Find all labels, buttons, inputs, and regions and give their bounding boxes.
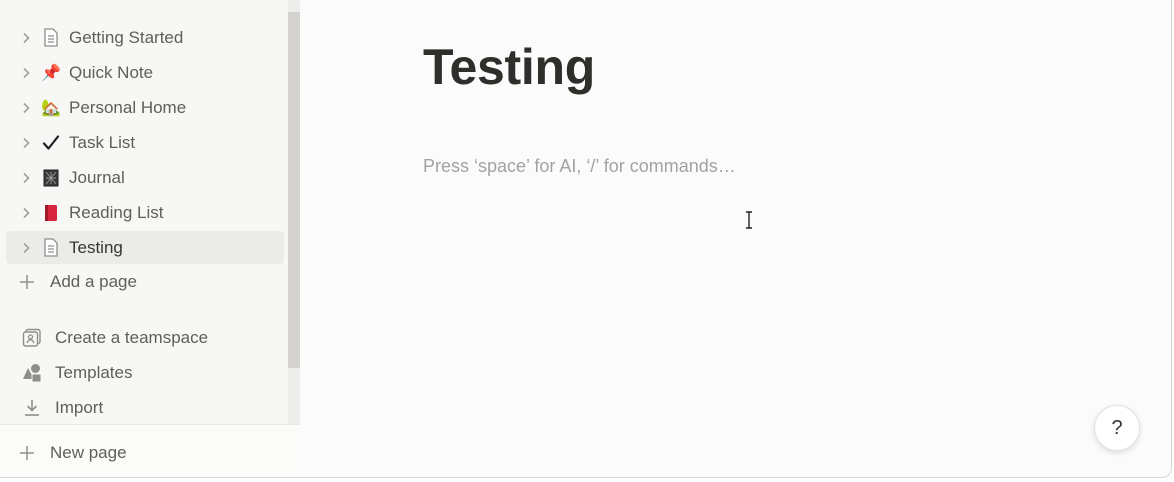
sidebar-item-label: Testing — [69, 237, 123, 257]
editor-block-input[interactable]: Press ‘space’ for AI, ‘/’ for commands… — [423, 156, 1023, 177]
sidebar-item-getting-started[interactable]: Getting Started — [6, 21, 284, 54]
chevron-right-icon[interactable] — [15, 237, 37, 259]
book-icon — [40, 202, 62, 224]
new-page-button[interactable]: New page — [16, 438, 127, 468]
page-title[interactable]: Testing — [423, 38, 595, 96]
plus-icon — [16, 441, 38, 465]
sidebar-page-list: Getting Started 📌 Quick Note 🏡 Personal … — [0, 0, 288, 424]
page-icon — [40, 27, 62, 49]
page-icon — [40, 237, 62, 259]
import-label: Import — [55, 398, 104, 417]
new-page-label: New page — [50, 443, 127, 462]
create-teamspace-label: Create a teamspace — [55, 328, 209, 347]
sidebar-item-quick-note[interactable]: 📌 Quick Note — [6, 56, 284, 89]
sidebar-item-label: Personal Home — [69, 97, 187, 117]
sidebar-item-task-list[interactable]: Task List — [6, 126, 284, 159]
checkmark-icon — [40, 132, 62, 154]
chevron-right-icon[interactable] — [15, 202, 37, 224]
sidebar-item-reading-list[interactable]: Reading List — [6, 196, 284, 229]
chevron-right-icon[interactable] — [15, 62, 37, 84]
house-icon: 🏡 — [41, 99, 61, 117]
sidebar-item-testing[interactable]: Testing — [6, 231, 284, 264]
sidebar-item-label: Getting Started — [69, 27, 184, 47]
templates-label: Templates — [55, 363, 133, 382]
templates-button[interactable]: Templates — [20, 358, 132, 388]
import-button[interactable]: Import — [20, 393, 103, 423]
chevron-right-icon[interactable] — [15, 27, 37, 49]
notebook-icon — [40, 167, 62, 189]
add-page-label: Add a page — [50, 272, 137, 291]
add-page-button[interactable]: Add a page — [16, 267, 137, 297]
sidebar-item-journal[interactable]: Journal — [6, 161, 284, 194]
sidebar-footer: New page — [0, 424, 300, 477]
sidebar-item-personal-home[interactable]: 🏡 Personal Home — [6, 91, 284, 124]
chevron-right-icon[interactable] — [15, 132, 37, 154]
sidebar-item-label: Quick Note — [69, 62, 154, 82]
chevron-right-icon[interactable] — [15, 97, 37, 119]
teamspace-icon — [20, 326, 44, 350]
create-teamspace-button[interactable]: Create a teamspace — [20, 323, 208, 353]
download-icon — [20, 396, 44, 420]
sidebar-item-label: Task List — [69, 132, 136, 152]
page-editor: Testing Press ‘space’ for AI, ‘/’ for co… — [301, 0, 1171, 477]
text-cursor-icon — [744, 211, 754, 229]
sidebar-item-label: Journal — [69, 167, 125, 187]
app-window: Getting Started 📌 Quick Note 🏡 Personal … — [0, 0, 1172, 478]
help-button[interactable]: ? — [1094, 405, 1140, 451]
sidebar: Getting Started 📌 Quick Note 🏡 Personal … — [0, 0, 300, 477]
shapes-icon — [20, 361, 44, 385]
chevron-right-icon[interactable] — [15, 167, 37, 189]
sidebar-scrollbar-thumb[interactable] — [288, 12, 300, 368]
plus-icon — [16, 270, 38, 294]
sidebar-item-label: Reading List — [69, 202, 164, 222]
pushpin-icon: 📌 — [41, 64, 61, 82]
